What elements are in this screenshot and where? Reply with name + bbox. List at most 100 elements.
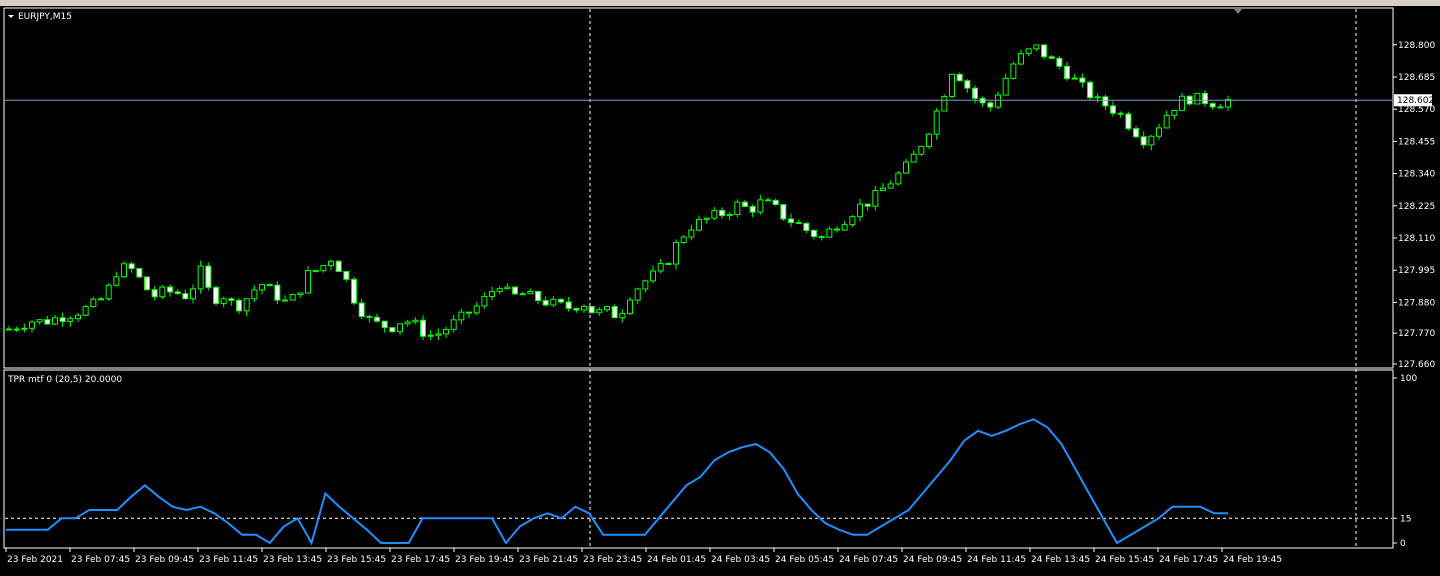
candle-body: [29, 321, 35, 329]
candle-body: [404, 321, 411, 325]
candle-body: [397, 323, 403, 333]
candle-body: [98, 298, 104, 301]
candle-body: [159, 286, 166, 298]
candle-body: [627, 299, 633, 314]
candle-body: [535, 290, 541, 302]
candle-body: [726, 213, 733, 217]
candle-body: [588, 305, 595, 314]
candle-body: [926, 133, 932, 147]
candle-body: [1179, 95, 1185, 111]
candle-body: [642, 280, 649, 290]
candle-body: [596, 309, 603, 314]
candle-body: [67, 318, 74, 322]
candle-body: [887, 183, 894, 189]
candle-body: [512, 286, 518, 295]
candle-body: [703, 217, 710, 220]
candle-body: [335, 260, 342, 272]
candle-body: [811, 229, 817, 238]
chart-canvas[interactable]: EURJPY,M15 TPR mtf 0 (20,5) 20.0000 128.…: [0, 6, 1440, 576]
time-tick-label: 24 Feb 19:45: [1223, 555, 1282, 565]
candle-body: [289, 294, 296, 301]
candle-body: [197, 265, 204, 290]
candle-body: [121, 263, 127, 278]
candle-body: [864, 203, 871, 207]
candle-body: [466, 311, 472, 314]
candle-body: [435, 333, 442, 336]
candle-body: [328, 260, 334, 267]
candle-body: [818, 236, 825, 239]
candle-body: [489, 291, 495, 298]
candle-body: [849, 216, 856, 226]
candle-body: [1171, 109, 1178, 116]
candle-body: [803, 222, 810, 231]
candle-body: [52, 317, 58, 325]
candle-body: [274, 284, 281, 301]
candle-body: [343, 270, 350, 280]
time-tick-label: 23 Feb 23:45: [583, 555, 642, 565]
candle-body: [1217, 106, 1224, 109]
candle-body: [412, 319, 419, 323]
price-tick-label: 128.800: [1398, 41, 1435, 51]
price-axis: 128.800 128.685 128.570 128.455 128.340 128.2…: [5, 41, 1435, 370]
price-tick-label: 127.660: [1398, 360, 1435, 370]
candle-body: [903, 161, 909, 174]
price-tick-label: 128.570: [1398, 105, 1435, 115]
candle-body: [205, 265, 212, 288]
candle-body: [282, 299, 288, 302]
candle-body: [719, 209, 725, 217]
candle-body: [956, 73, 963, 82]
collapse-triangle-icon[interactable]: [8, 15, 14, 18]
candle-body: [481, 296, 488, 307]
candle-body: [1025, 48, 1032, 55]
candle-body: [236, 299, 242, 312]
time-tick-label: 23 Feb 09:45: [135, 555, 194, 565]
shift-marker-icon[interactable]: [1234, 9, 1242, 14]
candle-body: [1163, 114, 1170, 129]
candle-body: [1110, 105, 1116, 114]
indicator-panel-border: [3, 369, 1394, 549]
candle-body: [1018, 53, 1024, 65]
candle-body: [680, 236, 687, 244]
candle-body: [972, 87, 978, 99]
time-tick-label: 23 Feb 19:45: [455, 555, 514, 565]
time-tick-label: 23 Feb 15:45: [327, 555, 386, 565]
time-tick-label: 23 Feb 11:45: [199, 555, 258, 565]
price-tick-label: 128.225: [1398, 202, 1435, 212]
candle-body: [266, 284, 273, 287]
candle-body: [389, 327, 396, 333]
indicator-line: [6, 418, 1228, 546]
price-tick-label: 127.770: [1398, 329, 1435, 339]
candle-body: [504, 286, 511, 290]
candle-body: [558, 298, 564, 303]
candle-body: [880, 187, 886, 192]
time-tick-label: 23 Feb 21:45: [519, 555, 578, 565]
candle-body: [757, 199, 764, 213]
candle-body: [113, 276, 120, 286]
time-tick-label: 23 Feb 17:45: [391, 555, 450, 565]
candle-body: [918, 145, 925, 155]
candle-body: [1048, 56, 1055, 59]
candle-body: [75, 314, 81, 320]
candle-body: [243, 298, 250, 312]
candle-body: [1202, 92, 1208, 105]
candle-body: [366, 315, 373, 318]
indicator-tick-label: 100: [1400, 374, 1417, 384]
candle-body: [1079, 77, 1086, 83]
candle-body: [13, 328, 20, 331]
symbol-title: EURJPY,M15: [18, 12, 72, 22]
candle-body: [450, 319, 457, 330]
time-tick-label: 24 Feb 03:45: [711, 555, 770, 565]
candle-body: [44, 319, 51, 325]
candle-body: [1156, 127, 1162, 137]
candle-body: [941, 96, 948, 112]
chart-window[interactable]: EURJPY,M15 TPR mtf 0 (20,5) 20.0000 128.…: [0, 6, 1440, 576]
candle-body: [949, 73, 955, 98]
candle-body: [872, 190, 879, 207]
candle-body: [857, 203, 863, 218]
candle-body: [351, 278, 357, 304]
candle-body: [604, 306, 610, 311]
candle-body: [1133, 128, 1139, 138]
candle-body: [136, 268, 143, 278]
main-panel-border: [3, 7, 1394, 369]
candle-body: [420, 319, 426, 337]
